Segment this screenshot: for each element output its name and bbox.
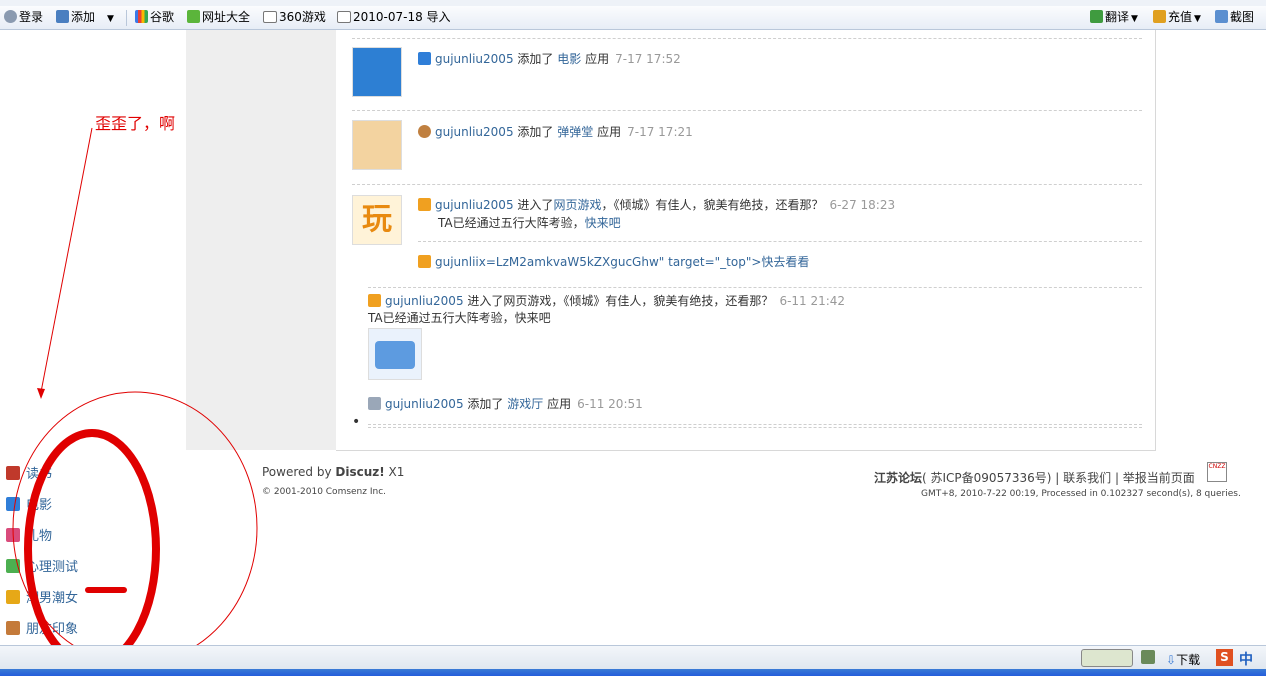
- download-icon: ⇩: [1166, 653, 1177, 667]
- toggle-switch[interactable]: [1081, 649, 1133, 667]
- annotation-arrow-line: [40, 127, 93, 393]
- page-icon[interactable]: [1141, 650, 1155, 664]
- annotation-arrowhead: [37, 388, 45, 399]
- annotation-thick-circle: [24, 429, 160, 669]
- ime-indicator[interactable]: 中: [1239, 649, 1253, 669]
- browser-statusbar: ⇩下载 S 中: [0, 645, 1266, 670]
- annotation-overlay: [12, 127, 258, 669]
- windows-taskbar: [0, 669, 1266, 676]
- annotation-thin-circle: [12, 391, 258, 665]
- sogou-icon[interactable]: S: [1216, 649, 1233, 666]
- download-button[interactable]: ⇩下载: [1166, 651, 1200, 668]
